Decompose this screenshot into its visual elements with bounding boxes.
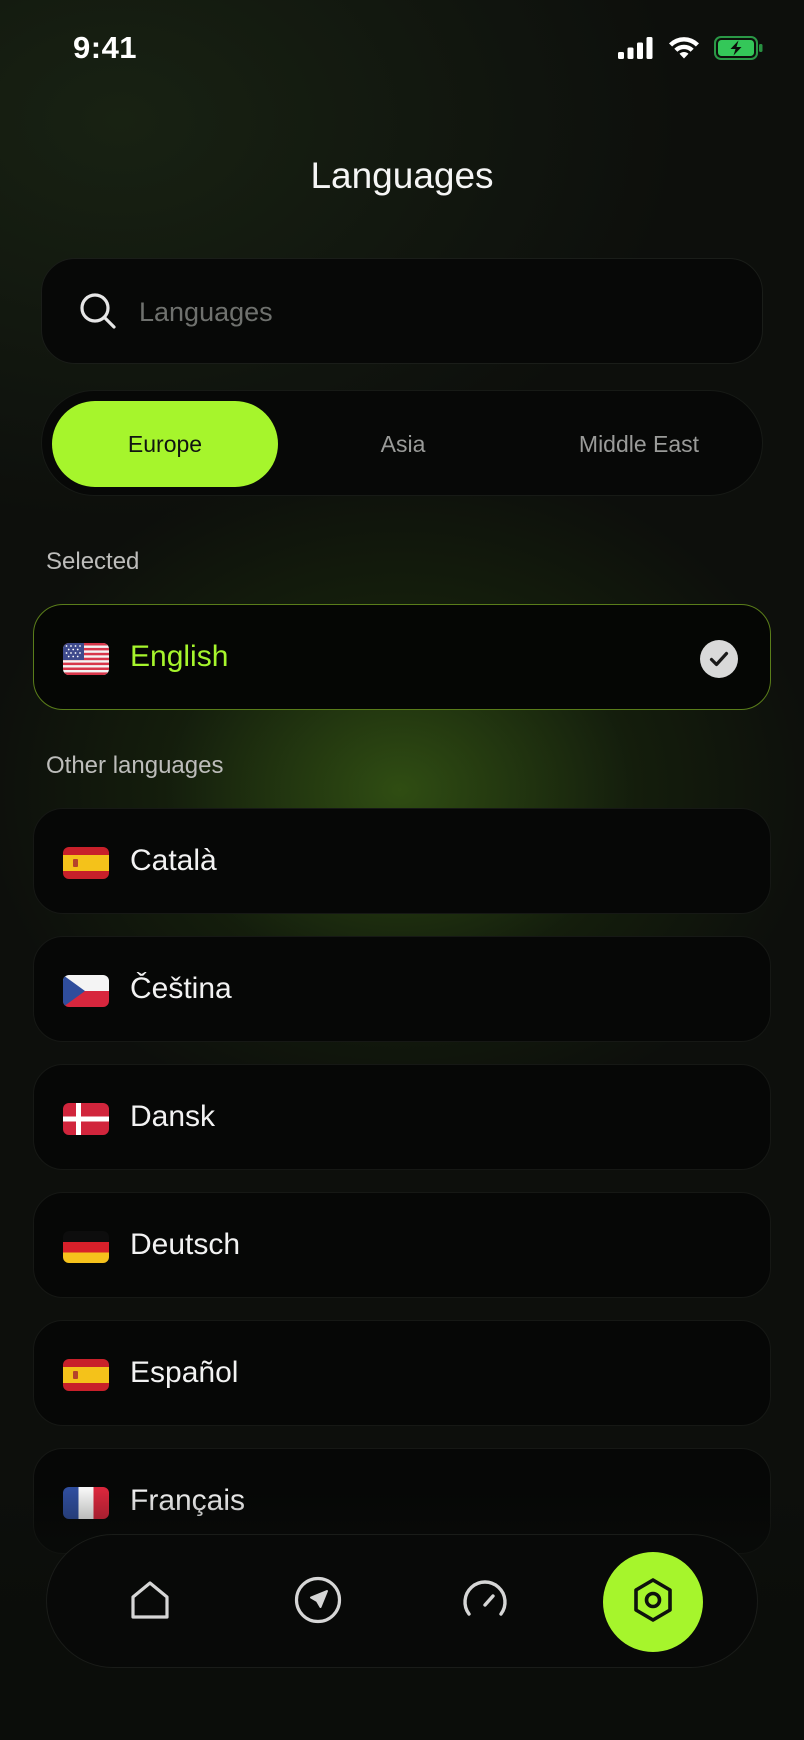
settings-icon [629,1576,677,1629]
germany-flag-icon [63,1231,109,1263]
search-input[interactable] [137,259,721,365]
language-row-dansk[interactable]: Dansk [33,1064,771,1170]
language-label: Deutsch [130,1228,241,1261]
tab-europe[interactable]: Europe [52,401,278,487]
status-bar: 9:41 [0,0,804,100]
czech-flag-icon [63,975,109,1007]
home-icon [128,1578,172,1627]
us-flag-icon [63,643,109,675]
other-languages-label: Other languages [46,752,224,779]
navigation-icon [293,1575,343,1630]
spain-flag-icon [63,847,109,879]
page-title: Languages [310,155,494,196]
language-row-cestina[interactable]: Čeština [33,936,771,1042]
cellular-signal-icon [618,37,654,59]
denmark-flag-icon [63,1103,109,1135]
language-row-english[interactable]: English [33,604,771,710]
search-icon [76,289,120,333]
battery-charging-icon [714,36,764,60]
tab-speedometer[interactable] [435,1552,535,1652]
wifi-icon [668,36,700,60]
tab-middle-east[interactable]: Middle East [526,401,752,487]
selected-section-label: Selected [46,548,140,575]
language-row-deutsch[interactable]: Deutsch [33,1192,771,1298]
language-label: Dansk [130,1100,216,1133]
region-segmented-control: Europe Asia Middle East [41,390,763,496]
tab-navigation[interactable] [268,1552,368,1652]
status-icons [618,36,764,60]
status-time: 9:41 [73,30,138,65]
tab-home[interactable] [100,1552,200,1652]
language-row-catala[interactable]: Català [33,808,771,914]
language-label: Español [130,1356,239,1389]
language-row-espanol[interactable]: Español [33,1320,771,1426]
language-label: Català [130,844,217,877]
tab-asia[interactable]: Asia [290,401,516,487]
check-circle-icon [700,640,738,678]
language-label: English [130,640,229,673]
tab-settings[interactable] [603,1552,703,1652]
speedometer-icon [459,1574,511,1631]
search-box[interactable] [41,258,763,365]
bottom-tab-bar [46,1534,758,1668]
language-label: Čeština [130,972,232,1005]
spain-flag-icon [63,1359,109,1391]
